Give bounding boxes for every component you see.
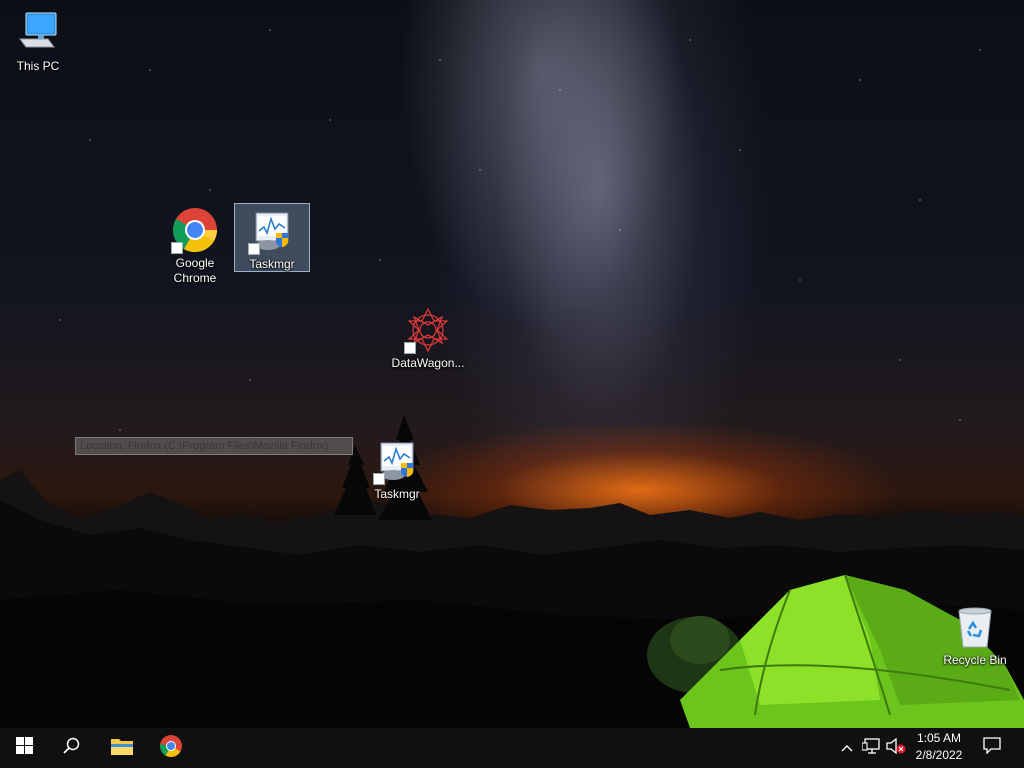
- network-icon: [861, 737, 880, 759]
- file-explorer-icon: [110, 736, 134, 761]
- recycle-bin-label: Recycle Bin: [943, 653, 1007, 667]
- recycle-bin-glyph-icon: [951, 603, 999, 651]
- volume-tray-button[interactable]: [884, 728, 908, 768]
- recycle-bin-icon[interactable]: Recycle Bin: [937, 600, 1013, 668]
- network-tray-button[interactable]: [859, 728, 883, 768]
- wallpaper-landscape: [0, 415, 1024, 728]
- taskmgr-drag-label: Taskmgr: [374, 487, 420, 501]
- datawagon-shortcut[interactable]: DataWagon...: [390, 303, 466, 371]
- shortcut-arrow-icon: [404, 342, 416, 354]
- taskmgr-shortcut-selected[interactable]: Taskmgr: [234, 203, 310, 272]
- search-icon: [63, 737, 81, 760]
- taskmgr-label: Taskmgr: [249, 257, 295, 271]
- show-hidden-icons-button[interactable]: [838, 728, 856, 768]
- task-manager-icon: [248, 207, 296, 255]
- chrome-icon: [159, 734, 183, 763]
- desktop-background[interactable]: This PC Google Chrome Taskmgr DataWagon.…: [0, 0, 1024, 728]
- this-pc-label: This PC: [16, 59, 60, 73]
- volume-muted-icon: [886, 737, 906, 759]
- chevron-up-icon: [841, 739, 853, 757]
- taskmgr-shortcut-drag[interactable]: Taskmgr: [359, 434, 435, 502]
- location-tooltip: Location: Firefox (C:\Program Files\Mozi…: [75, 437, 353, 455]
- shortcut-arrow-icon: [171, 242, 183, 254]
- shortcut-arrow-icon: [373, 473, 385, 485]
- task-manager-icon: [373, 437, 421, 485]
- google-chrome-label: Google Chrome: [173, 256, 217, 285]
- action-center-icon: [983, 737, 1001, 759]
- taskbar: 1:05 AM 2/8/2022: [0, 728, 1024, 768]
- shortcut-arrow-icon: [248, 243, 260, 255]
- file-explorer-button[interactable]: [98, 728, 146, 768]
- chrome-taskbar-button[interactable]: [147, 728, 195, 768]
- datawagon-icon: [404, 306, 452, 354]
- clock[interactable]: 1:05 AM 2/8/2022: [908, 730, 970, 764]
- chrome-icon: [171, 206, 219, 254]
- action-center-button[interactable]: [978, 728, 1006, 768]
- start-button[interactable]: [0, 728, 48, 768]
- clock-time: 1:05 AM: [916, 731, 962, 745]
- google-chrome-shortcut[interactable]: Google Chrome: [157, 203, 233, 286]
- this-pc-icon[interactable]: This PC: [0, 6, 76, 74]
- search-button[interactable]: [48, 728, 96, 768]
- windows-logo-icon: [15, 737, 33, 759]
- computer-icon: [14, 9, 62, 57]
- datawagon-label: DataWagon...: [391, 356, 465, 370]
- clock-date: 2/8/2022: [915, 748, 963, 762]
